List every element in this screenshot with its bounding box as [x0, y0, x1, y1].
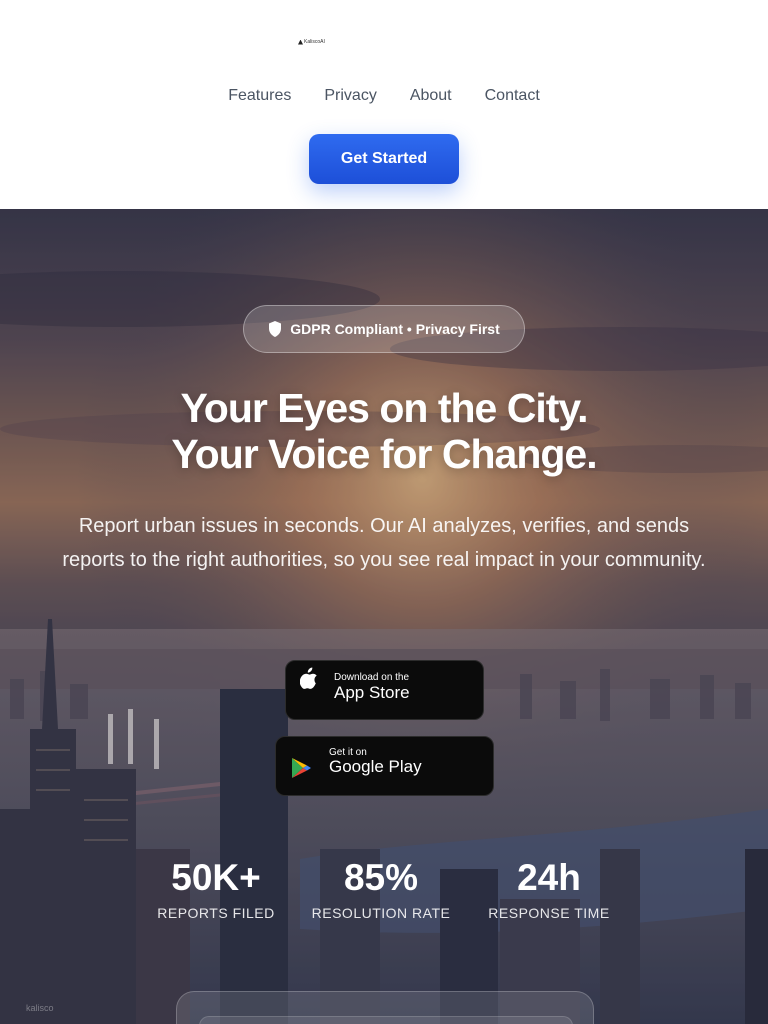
shield-icon — [269, 321, 282, 337]
preview-card-inner — [199, 1016, 573, 1024]
stat-reports-filed: 50K+ REPORTS FILED — [150, 857, 282, 921]
hero-headline: Your Eyes on the City. Your Voice for Ch… — [0, 385, 768, 477]
apple-icon — [300, 667, 317, 689]
watermark-text: kalisco — [26, 1003, 54, 1013]
app-store-button[interactable]: Download on the App Store — [285, 660, 484, 720]
preview-card — [176, 991, 594, 1024]
app-store-big-text: App Store — [334, 683, 410, 702]
site-header: KaliscoAI Features Privacy About Contact… — [0, 0, 768, 209]
get-started-button[interactable]: Get Started — [309, 134, 459, 184]
google-play-icon — [292, 758, 311, 778]
compliance-badge: GDPR Compliant • Privacy First — [243, 305, 525, 353]
google-play-big-text: Google Play — [329, 757, 422, 776]
stat-value: 24h — [517, 857, 581, 898]
stat-label: REPORTS FILED — [157, 905, 275, 921]
headline-line-2: Your Voice for Change. — [171, 431, 597, 477]
logo-text: KaliscoAI — [304, 39, 325, 45]
stat-label: RESOLUTION RATE — [311, 905, 451, 921]
main-nav: Features Privacy About Contact — [0, 86, 768, 106]
badge-text: GDPR Compliant • Privacy First — [290, 321, 500, 337]
nav-link-contact[interactable]: Contact — [485, 86, 540, 106]
stat-value: 85% — [343, 857, 419, 898]
logo[interactable]: KaliscoAI — [298, 38, 326, 46]
google-play-button[interactable]: Get it on Google Play — [275, 736, 494, 796]
nav-link-privacy[interactable]: Privacy — [324, 86, 376, 106]
stat-label: RESPONSE TIME — [488, 905, 610, 921]
headline-line-1: Your Eyes on the City. — [180, 385, 588, 431]
hero-section: GDPR Compliant • Privacy First Your Eyes… — [0, 209, 768, 1024]
stat-response-time: 24h RESPONSE TIME — [480, 857, 618, 921]
stat-value: 50K+ — [171, 857, 261, 898]
hero-subtitle: Report urban issues in seconds. Our AI a… — [62, 515, 706, 571]
logo-mark-icon — [298, 39, 303, 45]
nav-link-about[interactable]: About — [410, 86, 452, 106]
stat-resolution-rate: 85% RESOLUTION RATE — [306, 857, 456, 921]
nav-link-features[interactable]: Features — [228, 86, 291, 106]
